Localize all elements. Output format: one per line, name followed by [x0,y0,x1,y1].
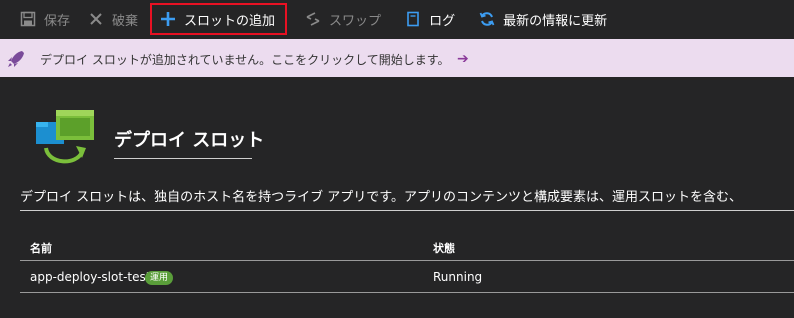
title-divider [114,158,252,159]
table-row-divider [20,292,794,293]
page-title: デプロイ スロット [114,130,265,151]
description-divider [20,210,794,211]
swap-icon [306,12,320,26]
rocket-icon [8,51,24,67]
discard-button-label: 破棄 [112,13,139,29]
refresh-button-label: 最新の情報に更新 [503,13,608,29]
discard-button[interactable]: 破棄 [88,4,138,34]
command-bar: 保存 破棄 スロットの追加 スワップ ログ 最新の情報に更新 [0,0,794,38]
close-icon [90,13,102,25]
swap-button[interactable]: スワップ [305,4,381,34]
plus-icon [161,12,176,26]
swap-button-label: スワップ [329,13,382,29]
no-slots-banner[interactable]: デプロイ スロットが追加されていません。ここをクリックして開始します。 ➔ [0,39,794,77]
add-slot-button[interactable]: スロットの追加 [150,3,288,35]
document-icon [407,11,419,27]
log-button-label: ログ [429,13,456,29]
slot-name[interactable]: app-deploy-slot-test [30,270,150,284]
table-header-divider [20,260,794,261]
section-description: デプロイ スロットは、独自のホスト名を持つライブ アプリです。アプリのコンテンツ… [20,190,742,205]
slot-status: Running [433,270,483,284]
save-button[interactable]: 保存 [20,4,70,34]
add-slot-button-label: スロットの追加 [184,13,276,29]
log-button[interactable]: ログ [405,4,455,34]
column-header-name: 名前 [30,242,52,255]
column-header-status: 状態 [433,242,455,255]
deployment-slot-icon [36,110,94,164]
save-icon [20,11,36,27]
refresh-icon [479,12,495,26]
banner-message: デプロイ スロットが追加されていません。ここをクリックして開始します。 [40,53,450,67]
refresh-button[interactable]: 最新の情報に更新 [479,4,607,34]
save-button-label: 保存 [44,13,71,29]
arrow-right-icon: ➔ [457,51,469,67]
production-badge: 運用 [145,271,174,285]
